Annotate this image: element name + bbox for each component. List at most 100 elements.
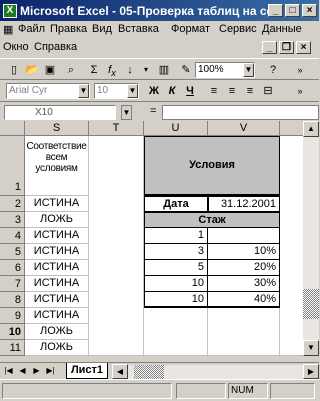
cell-u2[interactable]: Дата	[144, 196, 208, 212]
function-icon[interactable]: fx	[104, 62, 120, 78]
print-preview-icon[interactable]: ⌕	[63, 62, 79, 78]
bold-button[interactable]: Ж	[146, 83, 162, 99]
cell-v8[interactable]: 40%	[208, 292, 280, 308]
column-header-u[interactable]: U	[144, 121, 208, 136]
menu-view[interactable]: Вид	[92, 23, 112, 35]
formula-input[interactable]	[162, 105, 319, 120]
menu-insert[interactable]: Вставка	[118, 23, 159, 35]
column-header-s[interactable]: S	[25, 121, 89, 136]
cells-v9-v11[interactable]	[208, 308, 280, 356]
doc-close-button[interactable]: ×	[296, 41, 311, 54]
chevron-down-icon[interactable]: ▼	[78, 84, 89, 98]
menu-help[interactable]: Справка	[34, 41, 77, 53]
row-header-1[interactable]: 1	[0, 136, 25, 196]
menu-data[interactable]: Данные	[262, 23, 302, 35]
scroll-down-icon[interactable]: ▼	[303, 340, 319, 356]
save-icon[interactable]: ▣	[42, 62, 58, 78]
first-sheet-icon[interactable]: |◀	[3, 364, 14, 378]
menu-format[interactable]: Формат	[171, 23, 210, 35]
row-header-10[interactable]: 10	[0, 324, 25, 340]
maximize-button[interactable]: □	[285, 4, 300, 17]
toolbar-options-icon[interactable]: »	[292, 83, 308, 99]
dropdown-arrow-icon[interactable]: ▾	[138, 62, 154, 78]
cell-s2[interactable]: ИСТИНА	[25, 196, 89, 212]
name-box[interactable]: X10	[4, 105, 116, 120]
cell-s11[interactable]: ЛОЖЬ	[25, 340, 89, 356]
font-size-select[interactable]: 10 ▼	[94, 83, 139, 99]
close-button[interactable]: ×	[302, 4, 317, 17]
row-header-11[interactable]: 11	[0, 340, 25, 356]
cell-s10[interactable]: ЛОЖЬ	[25, 324, 89, 340]
menu-window[interactable]: Окно	[3, 41, 29, 53]
horizontal-scrollbar[interactable]: ◀ ▶	[112, 364, 319, 379]
cell-u6[interactable]: 5	[144, 260, 208, 276]
name-box-dropdown-icon[interactable]: ▼	[121, 105, 132, 120]
cell-v4[interactable]	[208, 228, 280, 244]
cell-u5[interactable]: 3	[144, 244, 208, 260]
doc-restore-button[interactable]: ❐	[279, 41, 294, 54]
cell-s7[interactable]: ИСТИНА	[25, 276, 89, 292]
hscroll-thumb[interactable]	[134, 365, 164, 379]
sheet-tab-1[interactable]: Лист1	[66, 363, 108, 379]
doc-icon[interactable]: ▦	[3, 23, 13, 36]
minimize-button[interactable]: _	[268, 4, 283, 17]
excel-app-icon[interactable]: X	[3, 3, 17, 18]
italic-button[interactable]: К	[164, 83, 180, 99]
cell-u3-experience-header[interactable]: Стаж	[144, 212, 280, 228]
autosum-icon[interactable]: Σ	[86, 62, 102, 78]
help-icon[interactable]: ?	[265, 62, 281, 78]
underline-button[interactable]: Ч	[182, 83, 198, 99]
row-header-9[interactable]: 9	[0, 308, 25, 324]
scroll-thumb[interactable]	[303, 289, 319, 319]
cell-u7[interactable]: 10	[144, 276, 208, 292]
row-header-2[interactable]: 2	[0, 196, 25, 212]
cell-s4[interactable]: ИСТИНА	[25, 228, 89, 244]
cell-v5[interactable]: 10%	[208, 244, 280, 260]
cell-v6[interactable]: 20%	[208, 260, 280, 276]
column-header-v[interactable]: V	[208, 121, 280, 136]
row-header-6[interactable]: 6	[0, 260, 25, 276]
font-select[interactable]: Arial Cyr ▼	[6, 83, 90, 99]
cell-s6[interactable]: ИСТИНА	[25, 260, 89, 276]
menu-tools[interactable]: Сервис	[219, 23, 257, 35]
cell-u8[interactable]: 10	[144, 292, 208, 308]
cell-s5[interactable]: ИСТИНА	[25, 244, 89, 260]
cell-u1-conditions-header[interactable]: Условия	[144, 136, 280, 196]
sort-ascending-icon[interactable]: ↓	[122, 62, 138, 78]
vertical-scrollbar[interactable]: ▲ ▼	[303, 121, 319, 356]
select-all-corner[interactable]	[0, 121, 25, 136]
chevron-down-icon[interactable]: ▼	[243, 63, 254, 77]
scroll-left-icon[interactable]: ◀	[112, 364, 128, 379]
menu-file[interactable]: Файл	[18, 23, 45, 35]
scroll-right-icon[interactable]: ▶	[303, 364, 319, 379]
row-header-5[interactable]: 5	[0, 244, 25, 260]
column-header-t[interactable]: T	[89, 121, 144, 136]
column-w-cells[interactable]	[280, 136, 303, 356]
last-sheet-icon[interactable]: ▶|	[45, 364, 56, 378]
merge-center-icon[interactable]: ⊟	[260, 83, 276, 99]
cell-s1[interactable]: Соответствие всем условиям	[25, 136, 89, 196]
cell-v7[interactable]: 30%	[208, 276, 280, 292]
toolbar-options-icon[interactable]: »	[292, 62, 308, 78]
column-t-cells[interactable]	[89, 136, 144, 356]
align-center-icon[interactable]: ≡	[224, 83, 240, 99]
row-header-3[interactable]: 3	[0, 212, 25, 228]
row-header-4[interactable]: 4	[0, 228, 25, 244]
row-header-7[interactable]: 7	[0, 276, 25, 292]
column-header-w[interactable]	[280, 121, 303, 136]
chart-wizard-icon[interactable]: ▥	[156, 62, 172, 78]
cell-s3[interactable]: ЛОЖЬ	[25, 212, 89, 228]
drawing-icon[interactable]: ✎	[178, 62, 194, 78]
new-document-icon[interactable]: ▯	[6, 62, 22, 78]
cell-u4[interactable]: 1	[144, 228, 208, 244]
cell-s9[interactable]: ИСТИНА	[25, 308, 89, 324]
align-left-icon[interactable]: ≡	[206, 83, 222, 99]
prev-sheet-icon[interactable]: ◀	[17, 364, 28, 378]
open-folder-icon[interactable]: 📂	[24, 62, 40, 78]
row-header-8[interactable]: 8	[0, 292, 25, 308]
cells-u9-u11[interactable]	[144, 308, 208, 356]
zoom-select[interactable]: 100% ▼	[195, 62, 255, 78]
doc-minimize-button[interactable]: _	[262, 41, 277, 54]
chevron-down-icon[interactable]: ▼	[127, 84, 138, 98]
scroll-up-icon[interactable]: ▲	[303, 121, 319, 137]
